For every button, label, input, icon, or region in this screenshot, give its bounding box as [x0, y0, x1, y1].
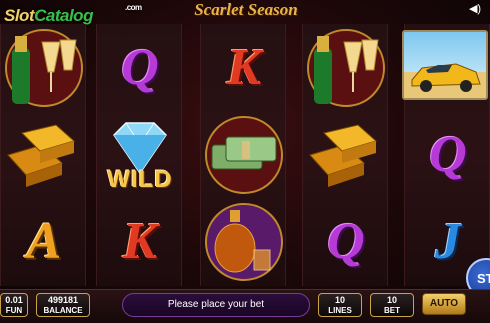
fun-value: 0.01 — [5, 295, 23, 305]
lines-selector[interactable]: 10 LINES — [318, 293, 362, 317]
symbol-wild-diamond: WILD — [97, 111, 183, 198]
reel-1: A — [0, 24, 86, 286]
auto-button[interactable]: AUTO — [422, 293, 466, 315]
letter-q: Q — [327, 212, 365, 270]
symbol-letter-k: K — [97, 198, 183, 285]
symbol-letter-a: A — [1, 198, 87, 285]
status-message: Please place your bet — [122, 293, 310, 317]
symbol-gold-bars — [1, 111, 87, 198]
symbol-letter-q: Q — [97, 24, 183, 111]
reel-4: Q — [302, 24, 388, 286]
balance-value: 499181 — [47, 295, 79, 305]
letter-k: K — [226, 38, 262, 96]
bet-value: 10 — [386, 295, 397, 305]
brand-part1: Slot — [4, 6, 35, 25]
game-title: Scarlet Season — [194, 0, 298, 19]
letter-a: A — [26, 212, 62, 270]
brand-suffix: .com — [125, 3, 142, 12]
symbol-gold-bars — [303, 111, 389, 198]
symbol-champagne — [1, 24, 87, 111]
lines-label: LINES — [328, 306, 352, 315]
bet-label: BET — [384, 306, 400, 315]
letter-k: K — [122, 212, 158, 270]
reel-3: K — [200, 24, 286, 286]
balance-label: BALANCE — [43, 306, 83, 315]
reel-area: A Q WILD K K Q — [0, 24, 402, 286]
symbol-money — [201, 111, 287, 198]
spin-label: ST — [477, 271, 490, 286]
game-stage: SlotCatalog .com Scarlet Season ◀) A Q W… — [0, 0, 490, 323]
symbol-cognac — [201, 198, 287, 285]
brand-part2: Catalog — [34, 6, 93, 25]
wild-label: WILD — [107, 166, 173, 193]
symbol-champagne — [303, 24, 389, 111]
reel-2: Q WILD K — [96, 24, 182, 286]
bet-selector[interactable]: 10 BET — [370, 293, 414, 317]
fun-label: FUN — [5, 306, 23, 315]
balance-display: 499181 BALANCE — [36, 293, 90, 317]
fun-display[interactable]: 0.01 FUN — [0, 293, 28, 317]
site-watermark: SlotCatalog .com — [4, 3, 142, 26]
bonus-car-preview — [402, 30, 488, 100]
speaker-icon[interactable]: ◀) — [464, 2, 486, 16]
symbol-letter-q: Q — [303, 198, 389, 285]
letter-q: Q — [121, 38, 159, 96]
symbol-letter-k: K — [201, 24, 287, 111]
lines-value: 10 — [334, 295, 345, 305]
letter-q: Q — [429, 125, 467, 183]
symbol-letter-q: Q — [405, 111, 490, 198]
letter-j: J — [435, 212, 461, 270]
